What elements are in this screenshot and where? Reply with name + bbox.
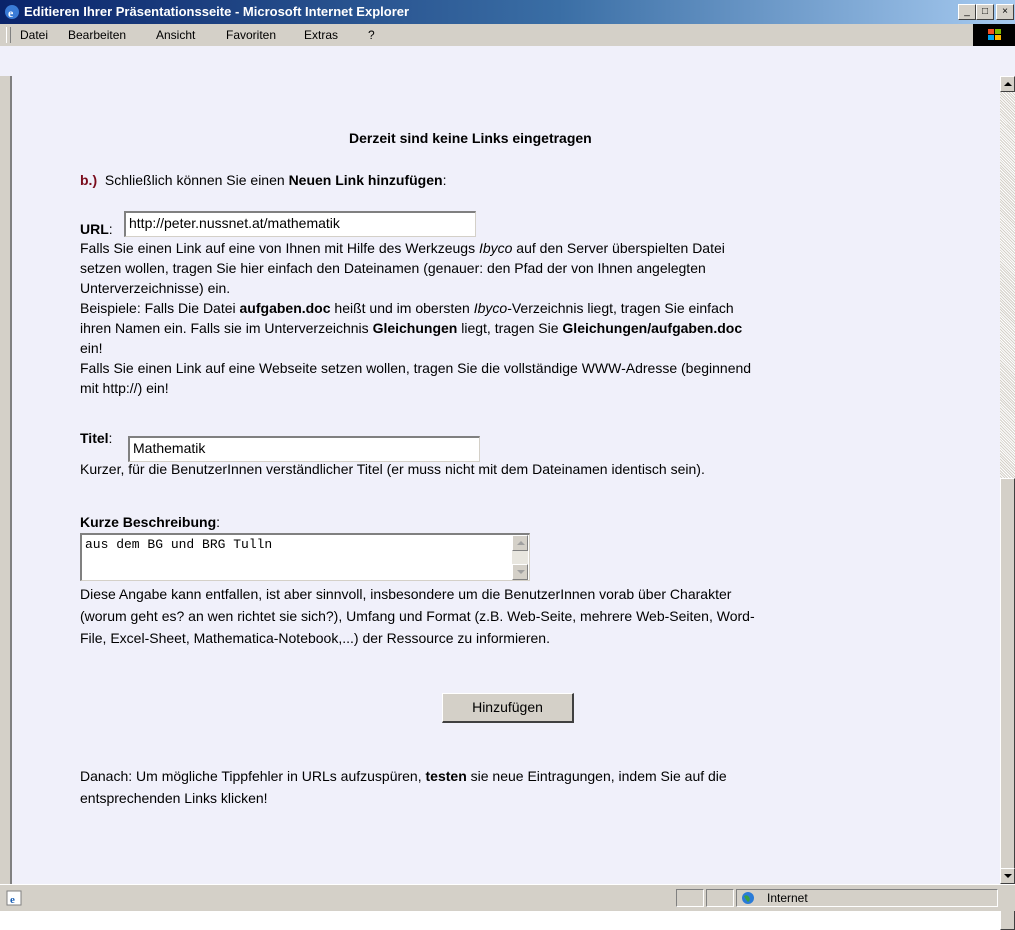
after-line-1: Danach: Um mögliche Tippfehler in URLs a… <box>80 766 727 786</box>
menu-datei[interactable]: Datei <box>20 28 48 42</box>
after-1b: testen <box>425 768 467 784</box>
url-help-1b: Ibyco <box>478 240 513 256</box>
ex2b: Gleichungen <box>372 320 458 336</box>
url-label: URL: <box>80 221 113 237</box>
page-scrollbar[interactable] <box>1000 76 1015 930</box>
desc-help-1: Diese Angabe kann entfallen, ist aber si… <box>80 586 732 602</box>
description-textarea[interactable]: aus dem BG und BRG Tulln <box>80 533 530 581</box>
title-help: Kurzer, für die BenutzerInnen verständli… <box>80 461 705 477</box>
step-marker: b.) <box>80 172 98 188</box>
example-line-2: ihren Namen ein. Falls sie im Unterverze… <box>80 318 742 338</box>
textarea-scroll-down[interactable] <box>512 564 528 580</box>
step-text-bold: Neuen Link hinzufügen <box>288 172 443 188</box>
description-value: aus dem BG und BRG Tulln <box>85 537 273 552</box>
textarea-scrollbar[interactable] <box>512 535 528 580</box>
page-content: Derzeit sind keine Links eingetragen b.)… <box>10 76 1002 884</box>
browser-window: e Editieren Ihrer Präsentationsseite - M… <box>0 0 1015 930</box>
toolbar-grip[interactable] <box>6 27 11 43</box>
desc-label-text: Kurze Beschreibung <box>80 514 217 530</box>
ex1e: -Verzeichnis liegt, tragen Sie einfach <box>507 300 734 316</box>
url-help-1: Falls Sie einen Link auf eine von Ihnen … <box>80 238 725 258</box>
after-line-2: entsprechenden Links klicken! <box>80 790 268 806</box>
close-button[interactable]: × <box>996 4 1014 20</box>
status-bar: e Internet <box>0 884 1015 911</box>
menu-extras[interactable]: Extras <box>304 28 338 42</box>
scroll-up-button[interactable] <box>1000 76 1015 92</box>
web-help-2: mit http://) ein! <box>80 380 169 396</box>
windows-logo-icon <box>973 24 1015 46</box>
menu-ansicht[interactable]: Ansicht <box>156 28 195 42</box>
ex1d: Ibyco <box>473 300 508 316</box>
globe-icon <box>742 892 754 904</box>
example-line-3: ein! <box>80 340 103 356</box>
url-input[interactable]: http://peter.nussnet.at/mathematik <box>124 211 476 237</box>
example-line-1: Beispiele: Falls Die Datei aufgaben.doc … <box>80 298 734 318</box>
ex2a: ihren Namen ein. Falls sie im Unterverze… <box>80 320 373 336</box>
url-help-3: Unterverzeichnisse) ein. <box>80 280 231 296</box>
step-line: b.) Schließlich können Sie einen Neuen L… <box>80 170 446 190</box>
step-text: Schließlich können Sie einen <box>104 172 289 188</box>
scroll-down-button[interactable] <box>1000 868 1015 884</box>
desc-label: Kurze Beschreibung: <box>80 514 221 530</box>
page-icon: e <box>6 890 22 906</box>
menu-bar: Datei Bearbeiten Ansicht Favoriten Extra… <box>0 24 1015 47</box>
title-bar[interactable]: e Editieren Ihrer Präsentationsseite - M… <box>0 0 1015 24</box>
content-top <box>0 46 1015 76</box>
menu-bearbeiten[interactable]: Bearbeiten <box>68 28 126 42</box>
textarea-scroll-up[interactable] <box>512 535 528 551</box>
url-label-text: URL <box>80 221 109 237</box>
window-title: Editieren Ihrer Präsentationsseite - Mic… <box>24 4 410 19</box>
svg-text:e: e <box>8 6 14 20</box>
url-help-2: setzen wollen, tragen Sie hier einfach d… <box>80 260 706 276</box>
ex2c: liegt, tragen Sie <box>457 320 563 336</box>
after-1c: sie neue Eintragungen, indem Sie auf die <box>466 768 727 784</box>
after-1a: Danach: Um mögliche Tippfehler in URLs a… <box>80 768 426 784</box>
status-zone-label: Internet <box>767 891 808 905</box>
desc-help-2: (worum geht es? an wen richtet sie sich?… <box>80 608 755 624</box>
step-text-colon: : <box>442 172 447 188</box>
status-zone-pane: Internet <box>736 889 998 907</box>
status-pane-2 <box>706 889 734 907</box>
scroll-thumb[interactable] <box>1000 478 1015 930</box>
maximize-button[interactable]: □ <box>976 4 994 20</box>
menu-favoriten[interactable]: Favoriten <box>226 28 276 42</box>
title-label-text: Titel <box>80 430 109 446</box>
ex1a: Beispiele: Falls Die Datei <box>80 300 240 316</box>
web-help-1: Falls Sie einen Link auf eine Webseite s… <box>80 360 752 376</box>
page-heading: Derzeit sind keine Links eingetragen <box>349 130 592 146</box>
desc-help-3: File, Excel-Sheet, Mathematica-Notebook,… <box>80 630 550 646</box>
title-label: Titel: <box>80 430 113 446</box>
ex1b: aufgaben.doc <box>239 300 331 316</box>
url-help-1a: Falls Sie einen Link auf eine von Ihnen … <box>80 240 479 256</box>
menu-help[interactable]: ? <box>368 28 375 42</box>
add-link-button[interactable]: Hinzufügen <box>442 693 574 723</box>
ex1c: heißt und im obersten <box>330 300 474 316</box>
ex2d: Gleichungen/aufgaben.doc <box>562 320 743 336</box>
minimize-button[interactable]: _ <box>958 4 976 20</box>
url-help-1c: auf den Server überspielten Datei <box>512 240 725 256</box>
svg-text:e: e <box>10 894 15 906</box>
status-pane-1 <box>676 889 704 907</box>
ie-logo-icon: e <box>5 5 19 20</box>
